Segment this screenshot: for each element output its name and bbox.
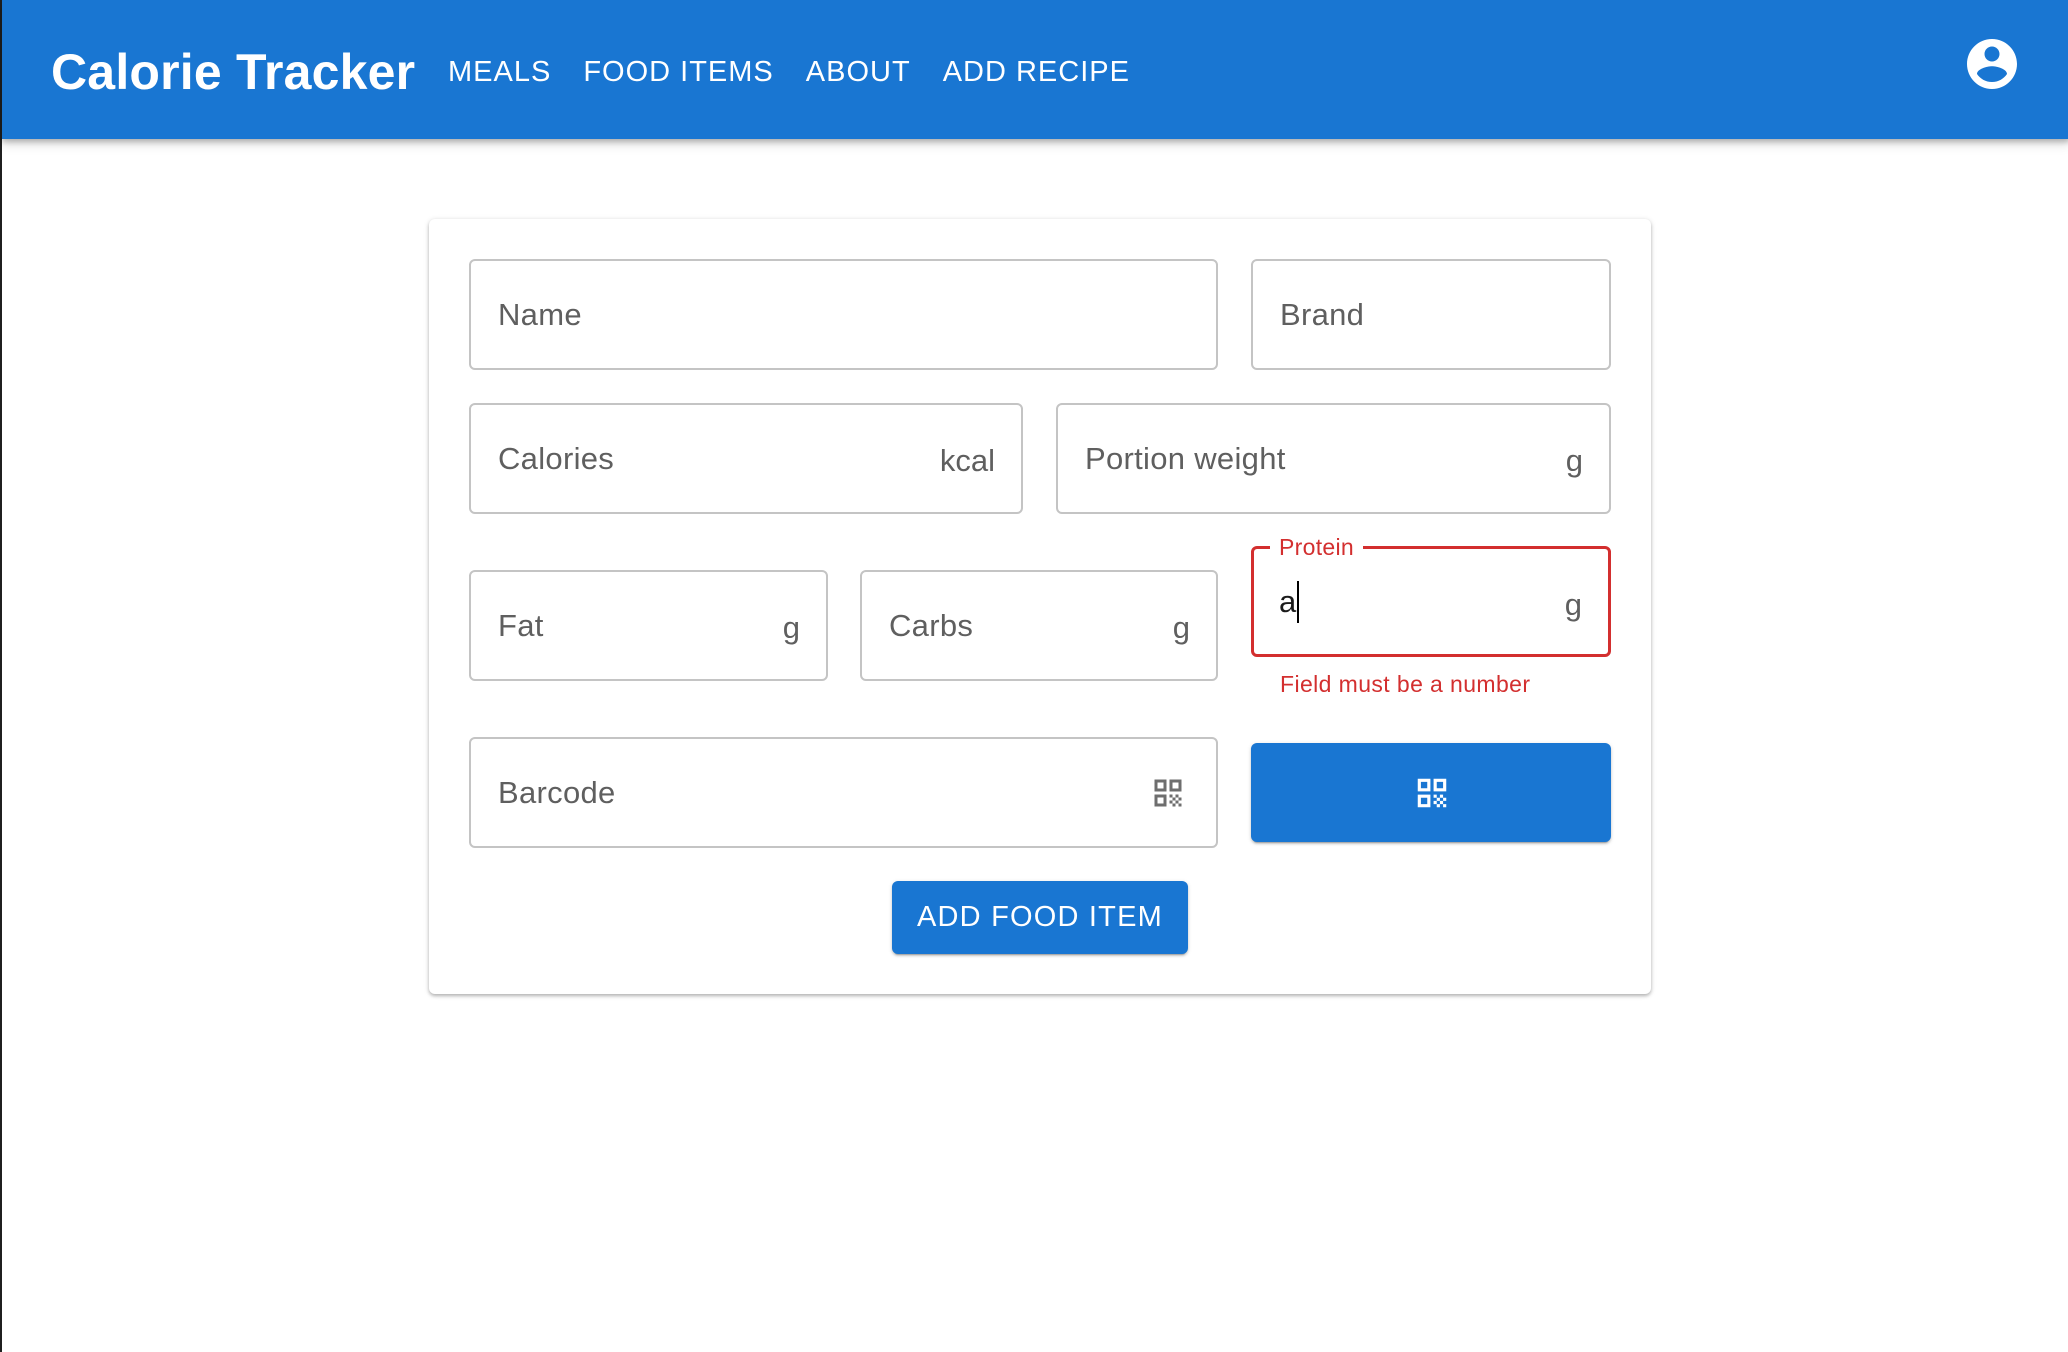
text-caret — [1297, 580, 1300, 623]
carbs-placeholder: Carbs — [889, 608, 974, 643]
fat-placeholder: Fat — [498, 608, 544, 643]
app-bar: Calorie Tracker MEALS FOOD ITEMS ABOUT A… — [2, 0, 2068, 139]
scan-barcode-button[interactable] — [1251, 743, 1611, 842]
barcode-field[interactable]: Barcode — [469, 737, 1218, 848]
nav-link-food-items[interactable]: FOOD ITEMS — [567, 48, 789, 96]
nav-link-add-recipe[interactable]: ADD RECIPE — [927, 48, 1146, 96]
portion-weight-field[interactable]: Portion weight g — [1056, 403, 1611, 514]
barcode-placeholder: Barcode — [498, 775, 616, 810]
account-button[interactable] — [1962, 34, 2022, 94]
nav-link-about[interactable]: ABOUT — [790, 48, 927, 96]
nav-link-meals[interactable]: MEALS — [432, 48, 567, 96]
protein-unit: g — [1564, 587, 1582, 622]
add-food-item-form: Name Brand Calories kcal Portion weight … — [429, 219, 1651, 994]
carbs-unit: g — [1172, 610, 1190, 645]
protein-field[interactable]: Protein a g — [1251, 532, 1611, 657]
calories-unit: kcal — [939, 443, 995, 478]
app-title[interactable]: Calorie Tracker — [51, 42, 415, 102]
protein-error-message: Field must be a number — [1280, 671, 1531, 697]
protein-value-text: a — [1279, 584, 1297, 619]
fat-unit: g — [782, 610, 800, 645]
portion-weight-placeholder: Portion weight — [1085, 441, 1286, 476]
calories-field[interactable]: Calories kcal — [469, 403, 1023, 514]
qr-code-icon[interactable] — [1150, 775, 1186, 811]
carbs-field[interactable]: Carbs g — [860, 570, 1218, 681]
qr-code-icon — [1417, 778, 1447, 808]
brand-field[interactable]: Brand — [1251, 259, 1611, 370]
protein-input-value[interactable]: a — [1279, 549, 1300, 654]
fat-field[interactable]: Fat g — [469, 570, 828, 681]
add-food-item-button[interactable]: ADD FOOD ITEM — [892, 881, 1188, 954]
page: Calorie Tracker MEALS FOOD ITEMS ABOUT A… — [0, 0, 2068, 1352]
brand-placeholder: Brand — [1280, 297, 1365, 332]
calories-placeholder: Calories — [498, 441, 615, 476]
name-placeholder: Name — [498, 297, 582, 332]
account-circle-icon — [1967, 39, 2017, 89]
name-field[interactable]: Name — [469, 259, 1218, 370]
portion-weight-unit: g — [1565, 443, 1583, 478]
main-nav: MEALS FOOD ITEMS ABOUT ADD RECIPE — [432, 48, 1146, 96]
